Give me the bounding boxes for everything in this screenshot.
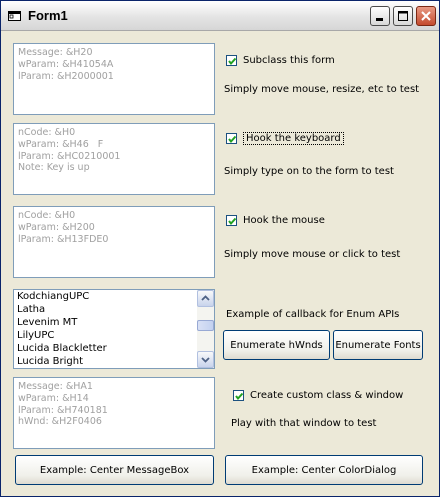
- keyboard-output-textbox[interactable]: nCode: &H0 wParam: &H46 F lParam: &HC021…: [13, 123, 215, 195]
- custom-hint: Play with that window to test: [231, 418, 377, 429]
- fonts-list: KodchiangUPC Latha Levenim MT LilyUPC Lu…: [14, 290, 197, 368]
- scroll-up-button[interactable]: [197, 290, 214, 307]
- checkbox-checked-icon: [226, 215, 237, 226]
- custom-class-checkbox[interactable]: Create custom class & window: [233, 390, 403, 401]
- scroll-thumb[interactable]: [197, 320, 214, 331]
- chevron-down-icon: [201, 357, 210, 363]
- checkbox-checked-icon: [226, 133, 237, 144]
- form-client-area: Message: &H20 wParam: &H41054A lParam: &…: [4, 32, 436, 494]
- scroll-down-button[interactable]: [197, 351, 214, 368]
- window-title: Form1: [28, 8, 68, 23]
- enumerate-fonts-button[interactable]: Enumerate Fonts: [333, 330, 423, 360]
- keyboard-checkbox-label: Hook the keyboard: [243, 132, 344, 145]
- close-icon: [421, 11, 431, 21]
- list-item[interactable]: KodchiangUPC: [14, 290, 197, 303]
- minimize-button[interactable]: [370, 6, 390, 26]
- enum-hint: Example of callback for Enum APIs: [226, 309, 400, 320]
- mouse-hint: Simply move mouse or click to test: [224, 249, 401, 260]
- enumerate-hwnds-button[interactable]: Enumerate hWnds: [223, 330, 330, 360]
- custom-output-textbox[interactable]: Message: &HA1 wParam: &H14 lParam: &H740…: [13, 377, 215, 449]
- list-item[interactable]: Latha: [14, 303, 197, 316]
- list-item[interactable]: LilyUPC: [14, 329, 197, 342]
- checkbox-checked-icon: [233, 390, 244, 401]
- subclass-checkbox[interactable]: Subclass this form: [226, 55, 335, 66]
- keyboard-checkbox[interactable]: Hook the keyboard: [226, 132, 344, 145]
- maximize-button[interactable]: [393, 6, 413, 26]
- chevron-up-icon: [201, 295, 210, 301]
- subclass-output-textbox[interactable]: Message: &H20 wParam: &H41054A lParam: &…: [13, 43, 215, 115]
- minimize-icon: [376, 18, 383, 21]
- mouse-checkbox[interactable]: Hook the mouse: [226, 215, 325, 226]
- form1-window: Form1 Message: &H20 wParam: &H41054A lPa…: [0, 0, 440, 497]
- close-button[interactable]: [416, 6, 436, 26]
- maximize-icon: [398, 11, 408, 21]
- list-item[interactable]: Lucida Bright: [14, 355, 197, 368]
- subclass-checkbox-label: Subclass this form: [243, 55, 335, 66]
- title-bar[interactable]: Form1: [1, 1, 439, 31]
- mouse-checkbox-label: Hook the mouse: [243, 215, 325, 226]
- fonts-listbox[interactable]: KodchiangUPC Latha Levenim MT LilyUPC Lu…: [13, 289, 215, 369]
- list-item[interactable]: Levenim MT: [14, 316, 197, 329]
- checkbox-checked-icon: [226, 55, 237, 66]
- center-colordialog-button[interactable]: Example: Center ColorDialog: [225, 455, 423, 485]
- listbox-scrollbar[interactable]: [197, 290, 214, 368]
- center-messagebox-button[interactable]: Example: Center MessageBox: [15, 455, 214, 485]
- list-item[interactable]: Lucida Blackletter: [14, 342, 197, 355]
- subclass-hint: Simply move mouse, resize, etc to test: [224, 84, 420, 95]
- form-window-icon: [8, 10, 22, 22]
- custom-class-checkbox-label: Create custom class & window: [250, 390, 404, 401]
- keyboard-hint: Simply type on to the form to test: [224, 166, 394, 177]
- mouse-output-textbox[interactable]: nCode: &H0 wParam: &H200 lParam: &H13FDE…: [13, 206, 215, 278]
